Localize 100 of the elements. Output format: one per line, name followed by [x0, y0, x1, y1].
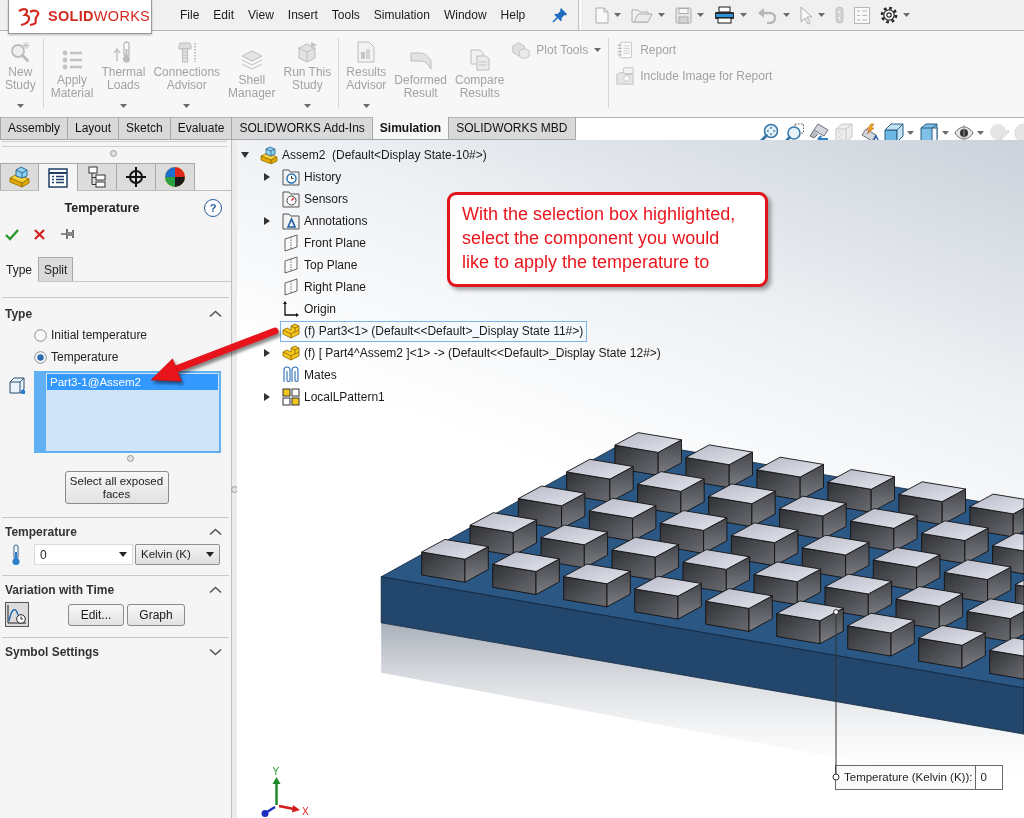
flashlight-arrow-icon[interactable]	[809, 123, 829, 143]
ribbon-tab[interactable]: SOLIDWORKS Add-Ins	[232, 118, 373, 140]
tree-item[interactable]: Assem2 (Default<Display State-10#>)	[258, 144, 491, 166]
caret-icon[interactable]	[119, 552, 127, 557]
unit-select[interactable]: Kelvin (K)	[135, 544, 220, 565]
cube-block	[611, 536, 680, 581]
action-button[interactable]: Graph	[127, 603, 185, 626]
ribbon-tab[interactable]: Evaluate	[170, 118, 233, 140]
menu-item[interactable]: File	[173, 0, 207, 30]
help-button[interactable]: ?	[204, 199, 222, 217]
cube-block	[895, 586, 964, 630]
cube-blocks-icon	[8, 166, 31, 188]
menu-item[interactable]: Edit	[206, 0, 242, 30]
caret-right-icon[interactable]	[263, 349, 271, 357]
cube-block	[492, 551, 560, 595]
camera-icon	[616, 67, 635, 85]
cube-block	[801, 534, 870, 579]
panel-tab[interactable]	[156, 163, 195, 190]
axes-icon	[282, 300, 300, 318]
caret-right-icon[interactable]	[263, 173, 271, 181]
tree-item[interactable]: Origin	[280, 298, 340, 320]
ribbon-tab[interactable]: Layout	[68, 118, 120, 140]
section-title: Temperature	[5, 524, 77, 540]
radio-label[interactable]: Initial temperature	[51, 326, 148, 344]
bullet-list-icon	[61, 48, 84, 71]
flashlight-bolt-icon[interactable]	[859, 123, 879, 143]
caret-down-icon[interactable]	[241, 151, 249, 159]
ribbon-tab[interactable]: Sketch	[119, 118, 171, 140]
paperclip-icon	[282, 366, 300, 384]
check-icon[interactable]	[5, 227, 19, 241]
plane-icon	[282, 256, 300, 274]
panel-tab[interactable]	[39, 163, 78, 191]
cube-block	[566, 458, 634, 503]
select-all-button[interactable]: Select all exposed faces	[64, 471, 169, 504]
thermometer-icon	[10, 543, 22, 566]
cube-block	[776, 600, 844, 645]
cube-block	[634, 575, 702, 620]
cube-block	[682, 549, 751, 593]
sub-tab[interactable]: Split	[38, 257, 74, 281]
menu-item[interactable]: Tools	[324, 0, 367, 30]
caret-icon[interactable]	[206, 552, 214, 557]
clock-folder-icon	[282, 168, 300, 186]
curve-chart-icon[interactable]	[5, 602, 29, 627]
list-icon	[47, 166, 69, 189]
value-combo[interactable]: 0	[34, 544, 133, 565]
cube-block	[847, 612, 915, 657]
pin-icon[interactable]	[552, 7, 569, 23]
panel-tab[interactable]	[117, 163, 156, 190]
tree-item[interactable]: Mates	[280, 364, 341, 386]
tree-item[interactable]: Front Plane	[280, 232, 371, 254]
tree-icon	[86, 166, 108, 188]
tree-item[interactable]: Right Plane	[280, 276, 371, 298]
action-button[interactable]: Edit...	[68, 603, 124, 626]
caret-right-icon[interactable]	[263, 393, 271, 401]
stacked-sheets-icon	[240, 48, 263, 71]
chevron-down-icon[interactable]	[209, 648, 222, 656]
tree-item[interactable]: Annotations	[280, 210, 372, 232]
menu-item[interactable]: Help	[493, 0, 533, 30]
radio-button[interactable]	[34, 328, 47, 342]
menu-item[interactable]: Simulation	[366, 0, 437, 30]
caret-right-icon[interactable]	[263, 217, 271, 225]
tree-item[interactable]: LocalLPattern1	[280, 386, 389, 408]
tag-value: 0	[975, 766, 1003, 789]
printer-icon[interactable]	[714, 6, 736, 24]
ribbon-tab[interactable]: Simulation	[372, 117, 450, 140]
ribbon-tab[interactable]: SOLIDWORKS MBD	[449, 118, 576, 140]
logo-text: SOLIDWORKS	[48, 6, 151, 26]
gear-icon[interactable]	[880, 6, 899, 24]
tree-item[interactable]: History	[280, 166, 346, 188]
triangle-folder-icon	[282, 212, 300, 230]
cubes-icon	[512, 41, 531, 59]
section-title: Variation with Time	[5, 582, 115, 598]
chevron-up-icon[interactable]	[209, 586, 222, 594]
cube-block	[563, 563, 631, 608]
resize-grip[interactable]	[110, 150, 117, 157]
cube-block	[659, 510, 728, 554]
resize-grip[interactable]	[127, 454, 134, 462]
pushpin-icon[interactable]	[60, 227, 75, 241]
zoom-fit-icon[interactable]	[759, 123, 779, 143]
tree-item[interactable]: Top Plane	[280, 254, 362, 276]
radio-button[interactable]	[34, 350, 47, 364]
chevron-up-icon[interactable]	[209, 310, 222, 318]
cube-block	[921, 520, 989, 565]
cube-block	[517, 485, 586, 530]
menu-item[interactable]: View	[241, 0, 281, 30]
menu-item[interactable]: Window	[436, 0, 494, 30]
cube-block	[421, 538, 489, 583]
tree-item[interactable]: (f) Part3<1> (Default<<Default>_Display State 11#>)	[280, 320, 588, 342]
notebook-icon	[616, 41, 635, 59]
tree-item[interactable]: Sensors	[280, 188, 353, 210]
z-axis-arrow	[261, 805, 276, 817]
chevron-up-icon[interactable]	[209, 528, 222, 536]
ribbon-tab[interactable]: Assembly	[0, 118, 68, 140]
zoom-area-icon[interactable]	[784, 123, 804, 143]
cube-block	[753, 561, 822, 606]
document-chart-icon	[355, 40, 378, 63]
radio-label[interactable]: Temperature	[51, 348, 119, 366]
cross-icon[interactable]	[33, 227, 46, 241]
menu-item[interactable]: Insert	[280, 0, 325, 30]
tree-item[interactable]: (f) [ Part4^Assem2 ]<1> -> (Default<<Default>_Display State 12#>)	[280, 342, 665, 364]
